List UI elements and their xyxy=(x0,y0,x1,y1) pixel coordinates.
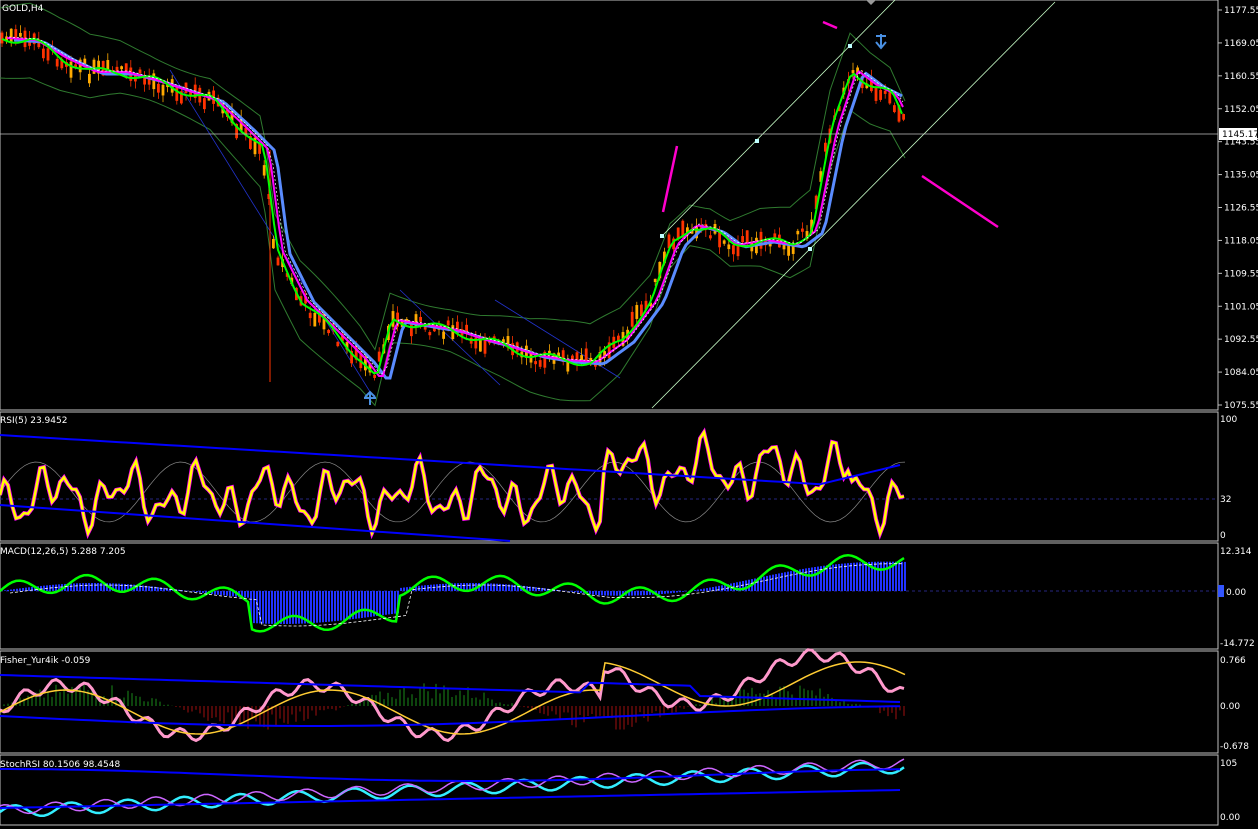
candle-body xyxy=(653,278,657,283)
candle-body xyxy=(161,84,165,96)
candle-body xyxy=(276,257,280,266)
rsi-window[interactable]: RSI(5) 23.9452 100 32 0 xyxy=(0,411,1237,542)
candle-body xyxy=(0,32,4,44)
price-axis-label-1: 1169.05 xyxy=(1224,39,1258,49)
fisher-window-frame xyxy=(0,650,1219,754)
price-axis-label-3: 1152.05 xyxy=(1224,105,1258,115)
candle-body xyxy=(272,238,275,249)
candle-body xyxy=(9,28,13,43)
candle-body xyxy=(727,244,731,250)
current-price-value: 1145.17 xyxy=(1222,130,1258,140)
fisher-tick-zero: 0.00 xyxy=(1220,702,1240,712)
candle-body xyxy=(419,316,422,322)
channel-anchor-0[interactable] xyxy=(660,234,664,238)
price-axis-label-5: 1135.05 xyxy=(1224,171,1258,181)
candle-body xyxy=(529,353,533,363)
price-axis-label-12: 1075.55 xyxy=(1224,401,1258,411)
candle-body xyxy=(538,360,542,367)
candle-body xyxy=(893,105,896,113)
channel-anchor-2[interactable] xyxy=(848,44,852,48)
candle-body xyxy=(732,245,735,255)
candle-body xyxy=(801,228,804,232)
candle-body xyxy=(534,361,537,365)
fisher-tick-bottom: -0.678 xyxy=(1220,742,1249,752)
candle-body xyxy=(630,311,634,327)
rsi-tick-mid: 32 xyxy=(1220,495,1231,505)
stochrsi-tick-bottom: 0.00 xyxy=(1220,813,1240,823)
rsi-tick-top: 100 xyxy=(1220,415,1237,425)
candle-body xyxy=(442,331,445,339)
price-axis-label-6: 1126.55 xyxy=(1224,204,1258,214)
macd-window[interactable]: MACD(12,26,5) 5.288 7.205 12.314 0.00 -1… xyxy=(0,542,1255,650)
candle-body xyxy=(327,329,330,334)
price-axis-label-2: 1160.55 xyxy=(1224,72,1258,82)
candle-body xyxy=(722,240,726,244)
chart-header: GOLD,H4 xyxy=(2,4,44,14)
candle-body xyxy=(120,66,123,70)
rsi-label: RSI(5) 23.9452 xyxy=(0,416,67,426)
macd-tick-zero: 0.00 xyxy=(1226,588,1246,598)
price-axis-label-10: 1092.55 xyxy=(1224,335,1258,345)
candle-body xyxy=(796,230,800,235)
candle-body xyxy=(888,92,892,104)
macd-label: MACD(12,26,5) 5.288 7.205 xyxy=(0,547,126,557)
candle-body xyxy=(428,332,432,336)
stochrsi-tick-top: 105 xyxy=(1220,759,1237,769)
price-axis-label-7: 1118.05 xyxy=(1224,236,1258,246)
candle-body xyxy=(902,114,905,120)
macd-value-badge xyxy=(1218,585,1224,597)
candle-body xyxy=(446,320,450,326)
stochrsi-label: StochRSI 80.1506 98.4548 xyxy=(0,760,120,770)
fisher-label: Fisher_Yur4ik -0.059 xyxy=(0,656,91,666)
price-axis-label-11: 1084.05 xyxy=(1224,368,1258,378)
candle-body xyxy=(19,32,22,37)
main-price-window[interactable]: 1177.551169.051160.551152.051143.551135.… xyxy=(0,0,1258,411)
candle-body xyxy=(308,312,312,319)
candle-body xyxy=(203,98,206,110)
candle-body xyxy=(787,245,790,256)
price-axis-label-0: 1177.55 xyxy=(1224,6,1258,16)
trading-terminal-chart[interactable]: 1177.551169.051160.551152.051143.551135.… xyxy=(0,0,1258,829)
candle-body xyxy=(157,83,160,93)
price-axis: 1177.551169.051160.551152.051143.551135.… xyxy=(1218,6,1258,411)
rsi-tick-bottom: 0 xyxy=(1220,531,1226,541)
candle-body xyxy=(313,312,317,327)
channel-anchor-3[interactable] xyxy=(808,247,812,251)
fisher-tick-top: 0.766 xyxy=(1220,656,1246,666)
candle-body xyxy=(635,305,639,319)
candle-body xyxy=(745,230,749,244)
candle-body xyxy=(709,235,712,239)
candle-body xyxy=(55,58,59,67)
fisher-window[interactable]: Fisher_Yur4ik -0.059 0.766 0.00 -0.678 xyxy=(0,648,1249,754)
channel-anchor-1[interactable] xyxy=(755,139,759,143)
candle-body xyxy=(138,69,142,74)
rsi-window-frame xyxy=(0,411,1219,542)
stochrsi-window[interactable]: StochRSI 80.1506 98.4548 105 0.00 xyxy=(0,754,1240,826)
candle-body xyxy=(879,89,882,100)
candle-body xyxy=(88,73,91,84)
candle-body xyxy=(69,61,73,78)
macd-tick-bottom: -14.772 xyxy=(1220,639,1255,649)
candle-body xyxy=(874,87,878,101)
candle-body xyxy=(262,165,266,176)
candle-body xyxy=(741,236,744,243)
candle-body xyxy=(46,48,50,61)
price-axis-label-8: 1109.55 xyxy=(1224,269,1258,279)
candle-body xyxy=(373,374,376,378)
candle-body xyxy=(42,48,45,59)
price-axis-label-9: 1101.05 xyxy=(1224,302,1258,312)
stochrsi-window-frame xyxy=(0,754,1219,826)
candle-body xyxy=(336,341,340,347)
candle-body xyxy=(883,90,887,94)
macd-tick-top: 12.314 xyxy=(1220,547,1252,557)
